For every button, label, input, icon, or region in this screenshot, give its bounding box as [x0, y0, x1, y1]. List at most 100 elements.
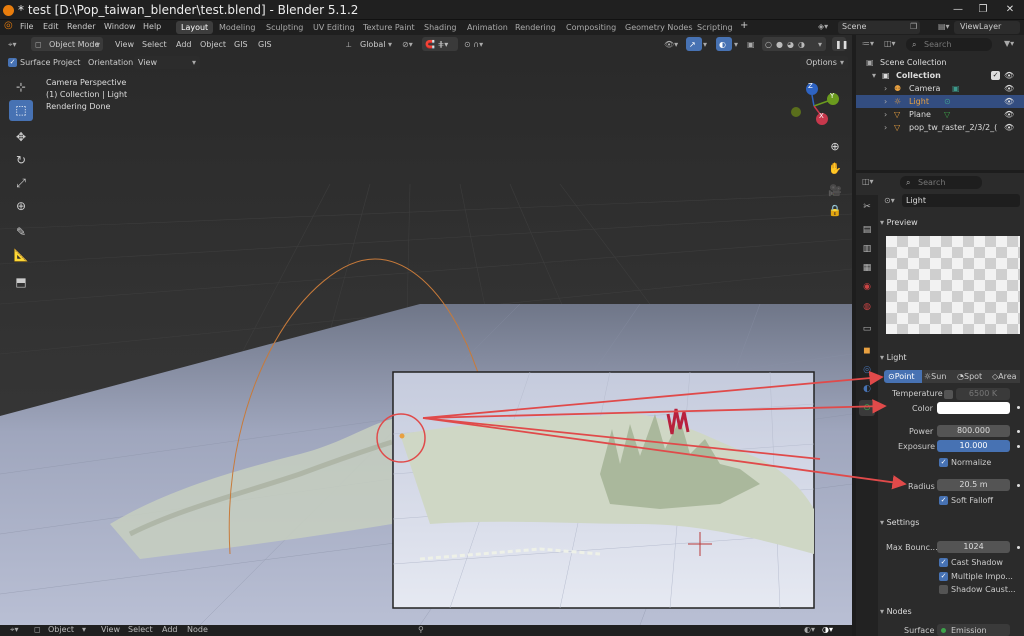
overlay-icon[interactable]: ◐▾ [804, 625, 815, 634]
minimize-icon[interactable]: — [950, 2, 966, 17]
mesh-data-icon[interactable]: ▽ [944, 108, 950, 121]
exclude-checkbox[interactable]: ✓ [991, 71, 1000, 80]
add-cube-tool-icon[interactable]: ⬒ [9, 272, 33, 293]
max-bounces-field[interactable]: 1024 [937, 541, 1010, 553]
power-field[interactable]: 800.000 [937, 425, 1010, 437]
outliner-editor-icon[interactable]: ≔▾ [862, 39, 874, 48]
cast-shadow-checkbox[interactable]: ✓ [939, 558, 948, 567]
outliner-row-camera[interactable]: › ⚉ Camera ▣ 👁 [856, 82, 1024, 95]
node-menu-view[interactable]: View [101, 625, 120, 634]
scene-icon[interactable]: ◈▾ [818, 22, 828, 31]
physics-tab-icon[interactable]: ◎ [859, 362, 875, 378]
pin-icon[interactable]: ⚲ [418, 625, 424, 634]
node-editor-mode[interactable]: Object [48, 625, 74, 634]
normalize-checkbox[interactable]: ✓ [939, 458, 948, 467]
pan-hand-icon[interactable]: ✋ [826, 160, 844, 178]
multiple-importance-checkbox[interactable]: ✓ [939, 572, 948, 581]
light-section-header[interactable]: ▾ Light [880, 351, 1020, 364]
menu-window[interactable]: Window [104, 22, 136, 31]
eye-icon[interactable]: 👁 [1004, 82, 1014, 95]
outliner-row-scene-collection[interactable]: ▣ Scene Collection [856, 56, 1024, 69]
menu-help[interactable]: Help [143, 22, 161, 31]
viewlayer-selector[interactable]: ViewLayer [960, 22, 1001, 31]
settings-section-header[interactable]: ▾ Settings [880, 516, 1020, 529]
viewport-menu-object[interactable]: Object [200, 38, 226, 51]
preview-section-header[interactable]: ▾ Preview [880, 216, 1020, 229]
overlay-toggle-icon[interactable]: ◐ [719, 38, 726, 51]
rotate-tool-icon[interactable]: ↻ [9, 150, 33, 171]
scene-new-icon[interactable]: ❐ [910, 22, 917, 31]
display-mode-icon[interactable]: ◫▾ [884, 39, 896, 48]
world-tab-icon[interactable]: ◍ [859, 299, 875, 315]
move-tool-icon[interactable]: ✥ [9, 127, 33, 148]
mode-selector[interactable]: Object Mode [49, 38, 99, 51]
tab-texture-paint[interactable]: Texture Paint [358, 21, 420, 34]
cursor-tool-icon[interactable]: ⊹ [9, 77, 33, 98]
measure-tool-icon[interactable]: 📐 [9, 245, 33, 266]
temperature-checkbox[interactable] [944, 390, 953, 399]
transform-tool-icon[interactable]: ⊕ [9, 196, 33, 217]
soft-falloff-checkbox[interactable]: ✓ [939, 496, 948, 505]
scene-tab-icon[interactable]: ◉ [859, 279, 875, 295]
outliner-row-plane[interactable]: › ▽ Plane ▽ 👁 [856, 108, 1024, 121]
editor-type-icon[interactable]: ⌖▾ [8, 38, 17, 51]
orientation-selector[interactable]: Global [360, 38, 386, 51]
scene-selector[interactable]: Scene [842, 22, 866, 31]
outliner-row-raster[interactable]: › ▽ pop_tw_raster_2/3/2_( 👁 [856, 121, 1024, 134]
viewport-menu-gis[interactable]: GIS [234, 38, 248, 51]
eye-icon[interactable]: 👁 [1004, 95, 1014, 108]
tool-tab-icon[interactable]: ✂ [859, 199, 875, 215]
xray-icon[interactable]: ▣ [747, 38, 755, 51]
node-menu-node[interactable]: Node [187, 625, 208, 634]
tab-animation[interactable]: Animation [462, 21, 513, 34]
eye-icon[interactable]: 👁 [1004, 69, 1014, 82]
select-box-tool-icon[interactable]: ⬚ [9, 100, 33, 121]
viewport-menu-select[interactable]: Select [142, 38, 167, 51]
collection-tab-icon[interactable]: ▭ [859, 321, 875, 337]
snap-icon[interactable]: ◑▾ [822, 625, 833, 634]
tab-rendering[interactable]: Rendering [510, 21, 561, 34]
view-layer-tab-icon[interactable]: ▦ [859, 260, 875, 276]
filter-icon[interactable]: ▼▾ [1004, 39, 1014, 48]
shadow-caustics-checkbox[interactable] [939, 585, 948, 594]
viewport-menu-add[interactable]: Add [176, 38, 192, 51]
menu-render[interactable]: Render [67, 22, 95, 31]
node-menu-add[interactable]: Add [162, 625, 178, 634]
shading-modes-icon[interactable]: ○●◕◑ [765, 38, 809, 51]
close-icon[interactable]: ✕ [1002, 2, 1018, 17]
viewlayer-icon[interactable]: ▤▾ [938, 22, 950, 31]
eye-icon[interactable]: 👁 [1004, 108, 1014, 121]
render-tab-icon[interactable]: ▤ [859, 222, 875, 238]
outliner-row-collection[interactable]: ▾ ▣ Collection ✓ 👁 [856, 69, 1024, 82]
tab-shading[interactable]: Shading [419, 21, 462, 34]
pivot-icon[interactable]: ⊘▾ [402, 38, 413, 51]
camera-data-icon[interactable]: ▣ [952, 82, 960, 95]
tab-modeling[interactable]: Modeling [214, 21, 260, 34]
annotate-tool-icon[interactable]: ✎ [9, 222, 33, 243]
tab-geometry-nodes[interactable]: Geometry Nodes [620, 21, 697, 34]
viewport-menu-gis-2[interactable]: GIS [258, 38, 272, 51]
blender-menu-icon[interactable]: ◎ [4, 20, 13, 31]
surface-project-checkbox[interactable]: ✓ [8, 58, 17, 67]
light-data-icon[interactable]: ⊙ [944, 95, 951, 108]
restore-icon[interactable]: ❐ [975, 2, 991, 17]
tab-uv-editing[interactable]: UV Editing [308, 21, 360, 34]
tab-layout[interactable]: Layout [176, 21, 214, 34]
pause-render-icon[interactable]: ❚❚ [835, 38, 848, 51]
gizmo-x-label[interactable]: X [819, 112, 824, 120]
gizmo-z-label[interactable]: Z [808, 82, 813, 90]
proportional-edit-icon[interactable]: ⊙ ∩▾ [464, 38, 483, 51]
radius-field[interactable]: 20.5 m [937, 479, 1010, 491]
editor-type-icon[interactable]: ⌖▾ [10, 625, 19, 635]
node-menu-select[interactable]: Select [128, 625, 153, 634]
scale-tool-icon[interactable]: ⤢ [9, 173, 33, 194]
output-tab-icon[interactable]: ▥ [859, 241, 875, 257]
object-tab-icon[interactable]: ◼ [859, 343, 875, 359]
properties-editor-icon[interactable]: ◫▾ [862, 177, 874, 186]
camera-view-icon[interactable]: 🎥 [826, 182, 844, 200]
eye-icon[interactable]: 👁 [1004, 121, 1014, 134]
gizmo-y-label[interactable]: Y [830, 92, 834, 100]
visibility-icon[interactable]: 👁▾ [664, 38, 678, 51]
lock-icon[interactable]: 🔒 [826, 202, 844, 220]
constraints-tab-icon[interactable]: ◐ [859, 381, 875, 397]
